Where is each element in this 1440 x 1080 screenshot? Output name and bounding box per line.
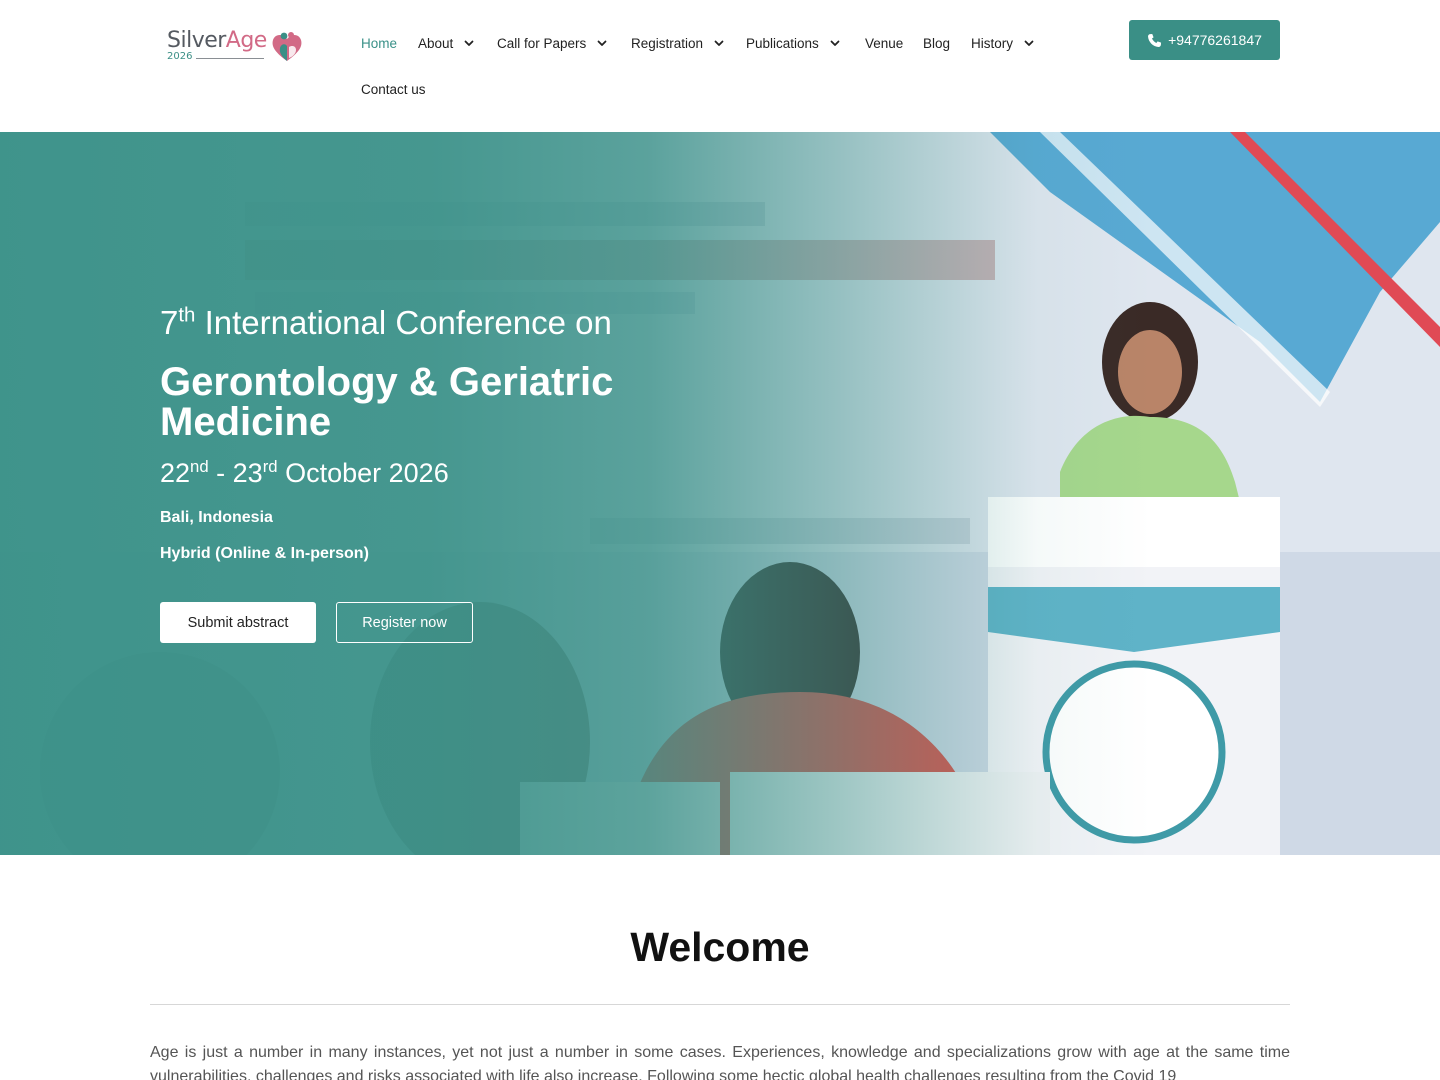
nav-history[interactable]: History — [971, 30, 1036, 56]
chevron-down-icon — [712, 36, 726, 50]
chevron-down-icon — [1022, 36, 1036, 50]
site-header: SilverAge 2026 Home About Call for Paper… — [0, 0, 1440, 132]
nav-registration[interactable]: Registration — [631, 30, 726, 56]
nav-about[interactable]: About — [418, 30, 476, 56]
heart-people-icon — [272, 32, 302, 61]
submit-abstract-button[interactable]: Submit abstract — [160, 602, 316, 643]
hero-banner: 7th International Conference on Gerontol… — [0, 132, 1440, 855]
nav-call-for-papers[interactable]: Call for Papers — [497, 30, 609, 56]
chevron-down-icon — [462, 36, 476, 50]
welcome-title: Welcome — [630, 924, 810, 970]
nav-venue[interactable]: Venue — [865, 30, 903, 56]
phone-icon — [1148, 33, 1162, 47]
hero-mode: Hybrid (Online & In-person) — [160, 545, 369, 562]
logo-year: 2026 — [167, 51, 193, 62]
logo-rule — [196, 58, 264, 59]
welcome-text: Age is just a number in many instances, … — [150, 1044, 1290, 1080]
phone-number: +94776261847 — [1168, 32, 1262, 48]
hero-content: 7th International Conference on Gerontol… — [160, 132, 720, 855]
chevron-down-icon — [595, 36, 609, 50]
nav-home[interactable]: Home — [361, 30, 397, 56]
hero-date: 22nd - 23rd October 2026 — [160, 456, 449, 488]
nav-publications[interactable]: Publications — [746, 30, 842, 56]
hero-location: Bali, Indonesia — [160, 509, 273, 526]
nav-contact-us[interactable]: Contact us — [361, 76, 426, 102]
register-now-button[interactable]: Register now — [336, 602, 473, 643]
site-logo[interactable]: SilverAge 2026 — [166, 27, 306, 67]
welcome-divider — [150, 1004, 1290, 1005]
nav-blog[interactable]: Blog — [923, 30, 950, 56]
hero-subtitle: 7th International Conference on — [160, 303, 612, 341]
phone-button[interactable]: +94776261847 — [1129, 20, 1280, 60]
chevron-down-icon — [828, 36, 842, 50]
hero-title: Gerontology & Geriatric Medicine — [160, 360, 614, 444]
